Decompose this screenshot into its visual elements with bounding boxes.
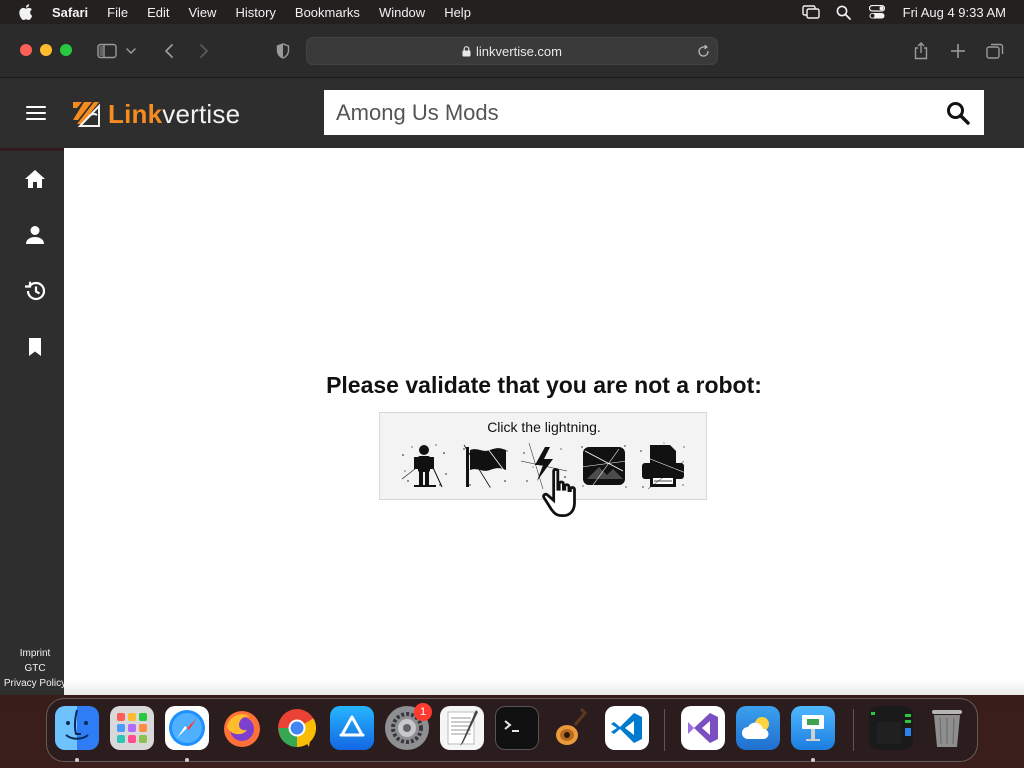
dock-weather-icon[interactable] — [736, 706, 780, 750]
linkvertise-logo[interactable]: Linkvertise — [70, 97, 240, 131]
menu-history[interactable]: History — [235, 5, 275, 20]
chevron-down-icon[interactable] — [124, 40, 138, 62]
site-search — [324, 90, 984, 135]
dock-visual-studio-icon[interactable] — [681, 706, 725, 750]
menu-view[interactable]: View — [189, 5, 217, 20]
dock-trash-icon[interactable] — [925, 706, 969, 750]
dock-minimized-window-icon[interactable] — [869, 706, 913, 750]
address-url: linkvertise.com — [476, 43, 562, 59]
captcha-widget: Click the lightning. — [379, 412, 707, 517]
control-center-icon[interactable] — [868, 3, 886, 21]
logo-text-link: Link — [108, 98, 163, 129]
menu-clock[interactable]: Fri Aug 4 9:33 AM — [903, 5, 1006, 20]
menu-file[interactable]: File — [107, 5, 128, 20]
zoom-window-button[interactable] — [60, 44, 72, 56]
sidebar-toggle-icon[interactable] — [96, 40, 118, 62]
menu-edit[interactable]: Edit — [147, 5, 169, 20]
screen-mirroring-icon[interactable] — [801, 3, 820, 21]
logo-text-vertise: vertise — [162, 98, 241, 129]
dock-vscode-icon[interactable] — [605, 706, 649, 750]
dock-separator — [664, 709, 665, 751]
privacy-policy-link[interactable]: Privacy Policy — [0, 676, 70, 691]
dock-running-indicator — [185, 758, 189, 762]
dock-keynote-icon[interactable] — [791, 706, 835, 750]
captcha-choice-image-icon[interactable] — [579, 441, 629, 491]
profile-icon[interactable] — [20, 220, 50, 250]
captcha-instruction: Click the lightning. — [487, 419, 601, 435]
dock-launchpad-icon[interactable] — [110, 706, 154, 750]
dock-garageband-icon[interactable] — [550, 706, 594, 750]
captcha-choices — [400, 441, 688, 517]
forward-icon[interactable] — [193, 40, 215, 62]
dock-app-store-icon[interactable] — [330, 706, 374, 750]
captcha-choice-person-icon[interactable] — [400, 441, 450, 491]
hamburger-menu-icon[interactable] — [24, 103, 48, 123]
close-window-button[interactable] — [20, 44, 32, 56]
dock-textedit-icon[interactable] — [440, 706, 484, 750]
lock-icon — [462, 45, 471, 57]
back-icon[interactable] — [158, 40, 180, 62]
search-input[interactable] — [324, 90, 932, 135]
history-icon[interactable] — [20, 276, 50, 306]
spotlight-search-icon[interactable] — [835, 3, 853, 21]
dock-running-indicator — [811, 758, 815, 762]
menu-app-name[interactable]: Safari — [52, 5, 88, 20]
main-content: Please validate that you are not a robot… — [64, 148, 1024, 695]
dock-terminal-icon[interactable] — [495, 706, 539, 750]
minimize-window-button[interactable] — [40, 44, 52, 56]
dock-firefox-icon[interactable] — [220, 706, 264, 750]
dock-running-indicator — [75, 758, 79, 762]
captcha-choice-flag-icon[interactable] — [460, 441, 510, 491]
dock-finder-icon[interactable] — [55, 706, 99, 750]
reload-icon[interactable] — [695, 43, 711, 59]
dock: 1 — [46, 698, 978, 762]
logo-mark-icon — [73, 102, 100, 127]
site-header: Linkvertise — [0, 78, 1024, 148]
settings-notification-badge: 1 — [414, 703, 432, 721]
captcha-title: Please validate that you are not a robot… — [326, 372, 762, 398]
menu-window[interactable]: Window — [379, 5, 425, 20]
dock-safari-icon[interactable] — [165, 706, 209, 750]
menu-help[interactable]: Help — [444, 5, 471, 20]
tab-overview-icon[interactable] — [984, 40, 1006, 62]
dock-chrome-icon[interactable] — [275, 706, 319, 750]
captcha-choice-printer-icon[interactable] — [638, 441, 688, 491]
share-icon[interactable] — [910, 40, 932, 62]
bookmark-icon[interactable] — [20, 332, 50, 362]
home-icon[interactable] — [20, 164, 50, 194]
new-tab-icon[interactable] — [947, 40, 969, 62]
search-icon[interactable] — [932, 90, 984, 135]
imprint-link[interactable]: Imprint — [0, 646, 70, 661]
privacy-shield-icon[interactable] — [272, 40, 294, 62]
dock-separator — [853, 709, 854, 751]
apple-menu-icon[interactable] — [18, 4, 34, 20]
address-bar[interactable]: linkvertise.com — [306, 37, 718, 65]
menu-bar: Safari File Edit View History Bookmarks … — [0, 0, 1024, 24]
browser-toolbar: linkvertise.com — [0, 24, 1024, 78]
menu-bookmarks[interactable]: Bookmarks — [295, 5, 360, 20]
sidebar-footer: Imprint GTC Privacy Policy — [0, 646, 70, 691]
captcha-choice-lightning-icon[interactable] — [519, 441, 576, 517]
gtc-link[interactable]: GTC — [0, 661, 70, 676]
site-sidebar: Imprint GTC Privacy Policy — [0, 151, 66, 695]
